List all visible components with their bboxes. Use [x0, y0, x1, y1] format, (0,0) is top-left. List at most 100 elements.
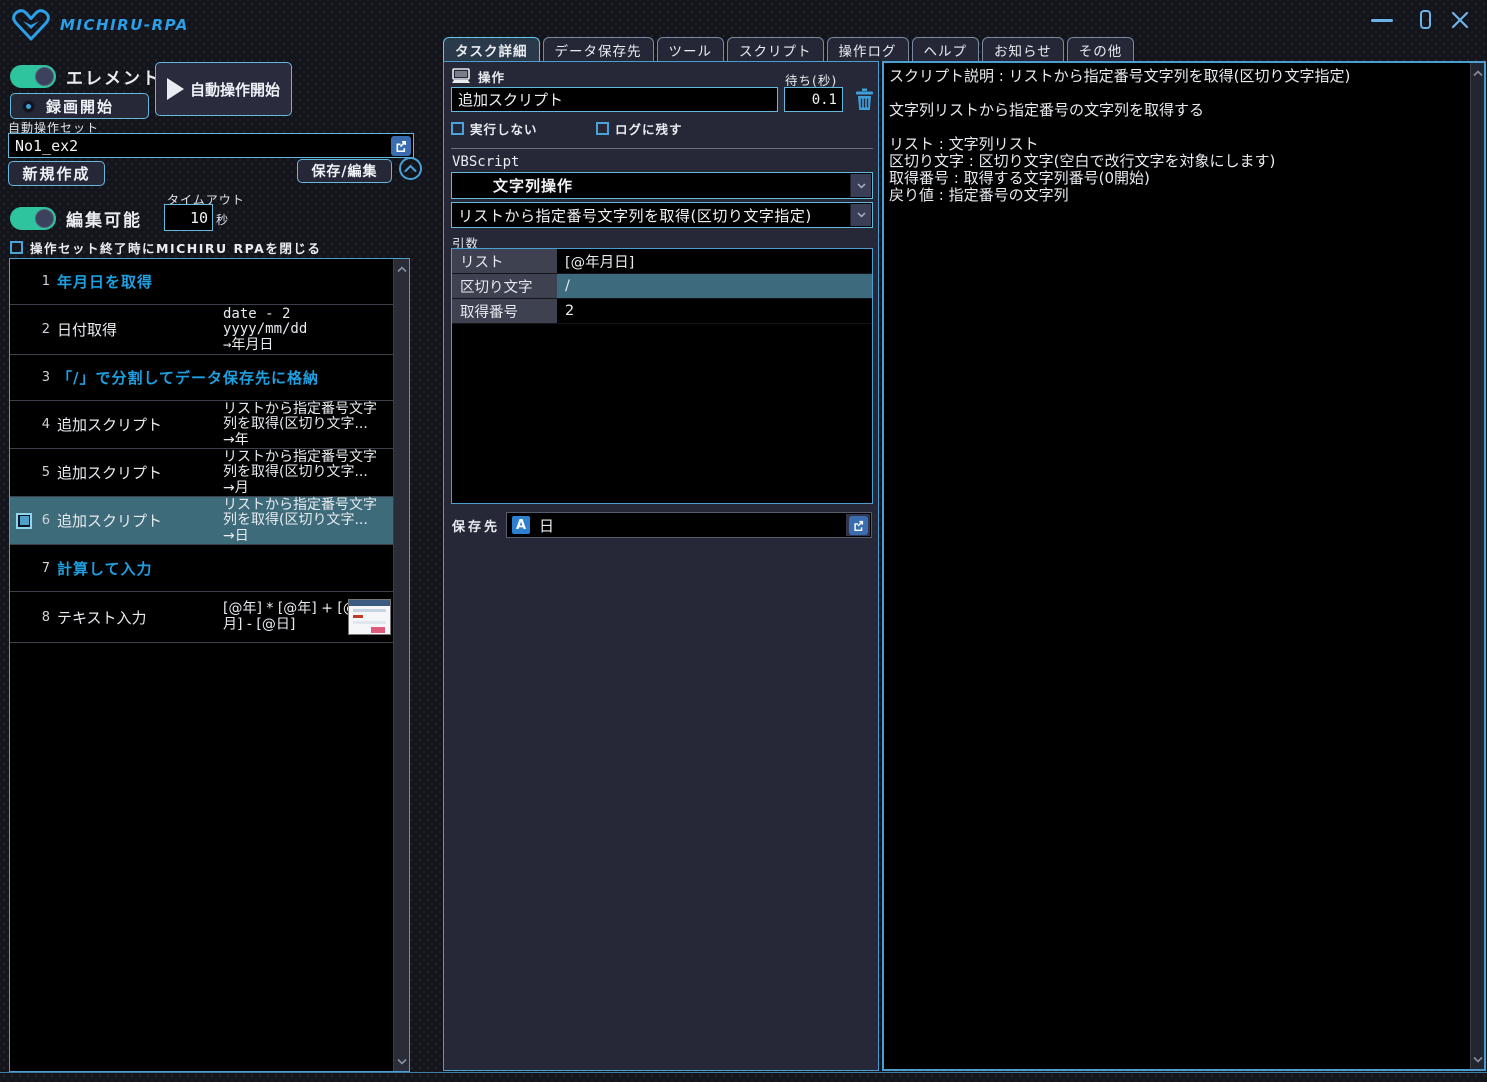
step-detail: date - 2 yyyy/mm/dd →年月日: [223, 305, 308, 353]
step-title: 追加スクリプト: [57, 464, 163, 482]
record-start-label: 録画開始: [46, 97, 115, 116]
arg-value-selected[interactable]: /: [557, 274, 872, 298]
log-checkbox-label: ログに残す: [615, 122, 683, 137]
destination-row: 保存先 A 日: [452, 512, 872, 538]
arg-row-list[interactable]: リスト [@年月日]: [452, 249, 872, 274]
tab-other[interactable]: その他: [1066, 37, 1135, 61]
tab-news[interactable]: お知らせ: [982, 37, 1064, 61]
close-on-end-checkbox[interactable]: [10, 241, 23, 254]
tab-task-detail[interactable]: タスク詳細: [443, 37, 540, 61]
arg-value[interactable]: [@年月日]: [557, 249, 872, 273]
save-edit-button[interactable]: 保存/編集: [297, 159, 392, 183]
step-detail: リストから指定番号文字 列を取得(区切り文字... →月: [223, 448, 377, 496]
tab-help[interactable]: ヘルプ: [911, 37, 979, 61]
checkbox-fill: [19, 516, 29, 525]
step-number: 7: [41, 560, 50, 576]
record-start-button[interactable]: 録画開始: [10, 93, 149, 119]
scroll-down-icon[interactable]: [1471, 1051, 1484, 1067]
autoset-open-button[interactable]: [391, 135, 411, 156]
skip-checkbox-row[interactable]: 実行しない: [451, 119, 538, 138]
step-list: 1 年月日を取得 2 日付取得 date - 2 yyyy/mm/dd →年月日 3…: [9, 258, 410, 1072]
trash-icon: [855, 88, 873, 110]
section-divider: [451, 148, 873, 149]
arg-name: リスト: [452, 249, 557, 273]
tab-tools[interactable]: ツール: [656, 37, 724, 61]
brand-name: MICHIRU-RPA: [60, 16, 189, 34]
description-line: [889, 119, 1464, 136]
operation-label: 操作: [478, 70, 506, 85]
chevron-down-icon: [850, 174, 871, 197]
step-row-3[interactable]: 3 「/」で分割してデータ保存先に格納: [10, 355, 393, 401]
element-toggle-knob: [35, 67, 54, 86]
play-icon: [166, 78, 184, 100]
script-description-panel: スクリプト説明 : リストから指定番号文字列を取得(区切り文字指定) 文字列リス…: [882, 61, 1486, 1071]
scroll-down-icon[interactable]: [394, 1053, 409, 1069]
close-button[interactable]: [1450, 10, 1472, 30]
step-row-5[interactable]: 5 追加スクリプト リストから指定番号文字 列を取得(区切り文字... →月: [10, 449, 393, 497]
description-scrollbar[interactable]: [1470, 63, 1484, 1069]
step-selected-checkbox[interactable]: [16, 512, 32, 529]
tab-bar: タスク詳細 データ保存先 ツール スクリプト 操作ログ ヘルプ お知らせ その他: [443, 37, 1135, 61]
text-type-icon: A: [512, 516, 530, 534]
description-line: 戻り値 : 指定番号の文字列: [889, 186, 1069, 204]
step-row-4[interactable]: 4 追加スクリプト リストから指定番号文字 列を取得(区切り文字... →年: [10, 401, 393, 449]
arg-value[interactable]: 2: [557, 299, 872, 323]
collapse-button[interactable]: [399, 157, 422, 180]
description-line: 取得番号 : 取得する文字列番号(0開始): [889, 169, 1150, 187]
log-checkbox-row[interactable]: ログに残す: [596, 119, 683, 138]
wait-seconds-input[interactable]: 0.1: [784, 87, 843, 112]
step-row-8[interactable]: 8 テキスト入力 [@年] * [@年] + [@ 月] - [@日]: [10, 592, 393, 643]
step-row-2[interactable]: 2 日付取得 date - 2 yyyy/mm/dd →年月日: [10, 305, 393, 355]
step-title: 「/」で分割してデータ保存先に格納: [57, 369, 320, 387]
timeout-value: 10: [189, 208, 208, 227]
auto-operation-start-button[interactable]: 自動操作開始: [155, 62, 292, 116]
auto-operation-start-label: 自動操作開始: [189, 80, 280, 99]
close-icon: [1451, 11, 1469, 29]
script-select[interactable]: リストから指定番号文字列を取得(区切り文字指定): [451, 202, 873, 228]
arg-row-delimiter[interactable]: 区切り文字 /: [452, 274, 872, 299]
external-link-icon: [396, 140, 406, 152]
step-row-7[interactable]: 7 計算して入力: [10, 545, 393, 592]
autoset-value: No1_ex2: [15, 136, 79, 155]
record-icon: [21, 98, 36, 114]
delete-step-button[interactable]: [852, 86, 876, 113]
arguments-table: リスト [@年月日] 区切り文字 / 取得番号 2: [451, 248, 873, 504]
step-number: 1: [41, 274, 50, 289]
description-line: 区切り文字 : 区切り文字(空白で改行文字を対象にします): [889, 152, 1276, 170]
close-on-end-checkbox-row[interactable]: 操作セット終了時にMICHIRU RPAを閉じる: [10, 238, 321, 257]
destination-input[interactable]: A 日: [506, 512, 872, 538]
step-row-6-selected[interactable]: 6 追加スクリプト リストから指定番号文字 列を取得(区切り文字... →日: [10, 497, 393, 545]
editable-toggle[interactable]: [10, 207, 56, 230]
element-toggle[interactable]: [10, 65, 56, 88]
scroll-up-icon[interactable]: [1471, 65, 1484, 81]
description-line: リスト : 文字列リスト: [889, 135, 1039, 153]
skip-checkbox-label: 実行しない: [470, 122, 538, 137]
operation-input[interactable]: 追加スクリプト: [451, 87, 778, 112]
new-create-button[interactable]: 新規作成: [8, 161, 105, 186]
tab-script[interactable]: スクリプト: [727, 37, 824, 61]
category-select[interactable]: 文字列操作: [451, 172, 873, 199]
tab-data-destination[interactable]: データ保存先: [542, 37, 654, 61]
step-number: 5: [41, 465, 50, 480]
minimize-icon: [1371, 19, 1393, 22]
skip-checkbox[interactable]: [451, 122, 464, 135]
step-row-1[interactable]: 1 年月日を取得: [10, 259, 393, 305]
michiru-rpa-window: { "window": { "brand": "MICHIRU-RPA", "c…: [0, 0, 1487, 1082]
tab-operation-log[interactable]: 操作ログ: [826, 37, 909, 61]
step-list-scrollbar[interactable]: [393, 259, 409, 1071]
destination-open-button[interactable]: [846, 514, 870, 536]
scroll-up-icon[interactable]: [394, 261, 409, 277]
chevron-down-icon: [850, 204, 871, 226]
element-toggle-label: エレメント: [66, 69, 161, 89]
chevron-up-icon: [404, 164, 417, 172]
autoset-input[interactable]: No1_ex2: [8, 133, 414, 158]
arg-row-index[interactable]: 取得番号 2: [452, 299, 872, 324]
description-line: スクリプト説明 : リストから指定番号文字列を取得(区切り文字指定): [889, 67, 1351, 85]
step-number: 8: [41, 609, 50, 625]
timeout-input[interactable]: 10: [164, 204, 213, 231]
restore-button[interactable]: [1414, 10, 1436, 30]
log-checkbox[interactable]: [596, 122, 609, 135]
minimize-button[interactable]: [1371, 10, 1393, 30]
step-title: 日付取得: [57, 321, 118, 339]
step-detail: リストから指定番号文字 列を取得(区切り文字... →年: [223, 400, 377, 448]
